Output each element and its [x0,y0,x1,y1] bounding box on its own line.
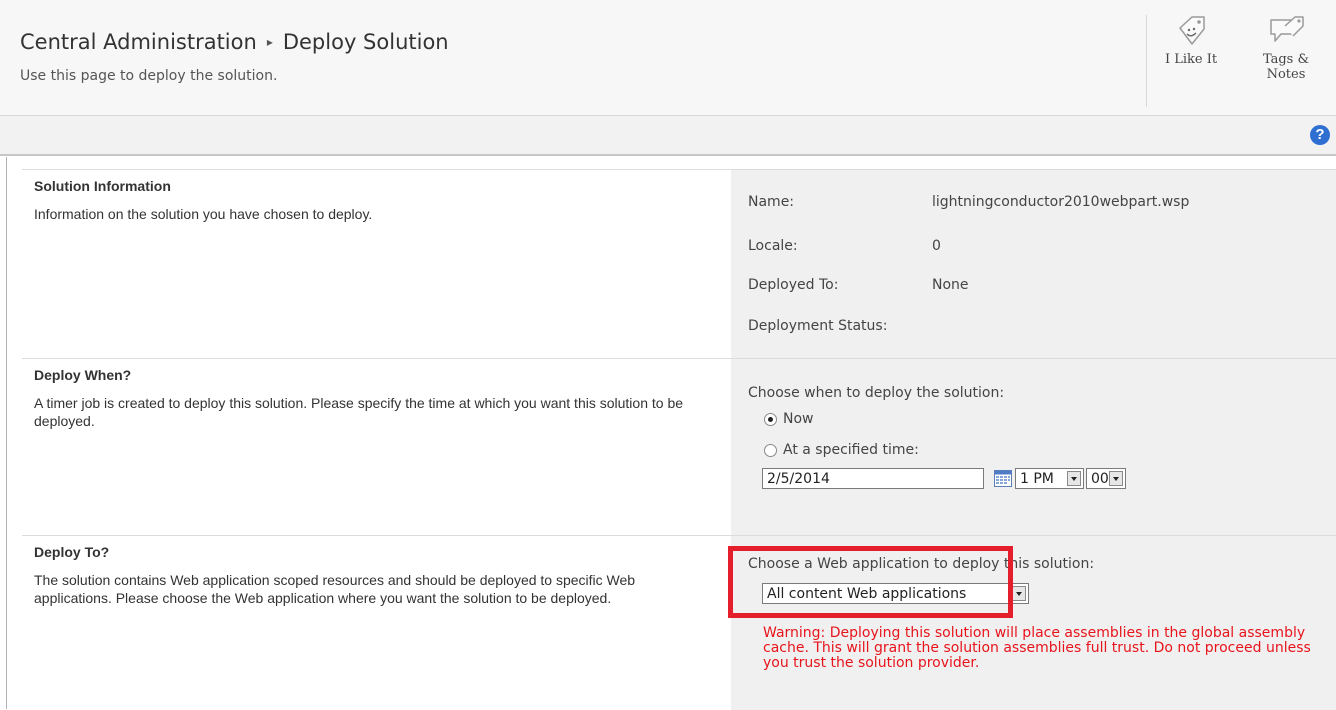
section-title: Solution Information [34,178,171,194]
section-description-area: Solution Information Information on the … [34,178,714,223]
breadcrumb-separator-icon: ▸ [266,35,273,49]
radio-specified-time[interactable]: At a specified time: [764,442,919,458]
name-value: lightningconductor2010webpart.wsp [932,194,1190,210]
tags-notes-icon [1270,16,1304,42]
solution-info-panel: Name: lightningconductor2010webpart.wsp … [731,170,1336,358]
section-description: Information on the solution you have cho… [34,206,373,222]
breadcrumb: Central Administration ▸ Deploy Solution [20,30,449,54]
radio-icon[interactable] [764,412,777,426]
calendar-icon[interactable] [994,470,1012,487]
deploy-to-section: Deploy To? The solution contains Web app… [22,535,1336,710]
i-like-it-label: I Like It [1164,52,1218,67]
section-description-area: Deploy To? The solution contains Web app… [34,544,714,607]
highlight-annotation [728,546,1013,618]
tags-notes-label-line2: Notes [1266,67,1306,82]
section-title: Deploy To? [34,544,110,560]
minute-select[interactable]: 00 [1086,468,1126,489]
hour-select[interactable]: 1 PM [1015,468,1084,489]
deployed-to-label: Deployed To: [748,277,839,293]
deployment-status-label: Deployment Status: [748,318,888,334]
warning-message: Warning: Deploying this solution will pl… [763,625,1311,671]
ribbon-toolbar: ? [0,116,1336,156]
dropdown-arrow-icon[interactable] [1012,586,1026,601]
radio-icon[interactable] [764,443,777,457]
date-input[interactable]: 2/5/2014 [762,468,984,489]
tags-notes-button[interactable]: Tags & Notes [1250,14,1322,82]
section-title: Deploy When? [34,367,132,383]
page-header: Central Administration ▸ Deploy Solution U… [0,0,1336,116]
radio-now[interactable]: Now [764,411,814,427]
section-description-area: Deploy When? A timer job is created to d… [34,367,714,430]
deploy-when-panel: Choose when to deploy the solution: Now … [731,359,1336,535]
deploy-when-prompt: Choose when to deploy the solution: [748,385,1005,401]
deployed-to-value: None [932,277,969,293]
locale-value: 0 [932,238,941,254]
like-tag-icon [1179,16,1205,45]
radio-specified-label: At a specified time: [783,442,919,458]
dropdown-arrow-icon[interactable] [1067,471,1081,486]
deploy-when-section: Deploy When? A timer job is created to d… [22,358,1336,535]
solution-information-section: Solution Information Information on the … [22,169,1336,358]
breadcrumb-root-link[interactable]: Central Administration [20,30,257,54]
hour-select-value: 1 PM [1020,471,1054,487]
page-title: Deploy Solution [282,30,449,54]
left-border [6,157,7,709]
locale-label: Locale: [748,238,798,254]
section-description: The solution contains Web application sc… [34,572,636,606]
help-icon[interactable]: ? [1310,125,1330,145]
header-divider [1146,15,1147,107]
page-subtitle: Use this page to deploy the solution. [20,68,278,84]
section-description: A timer job is created to deploy this so… [34,395,684,429]
tags-notes-label-line1: Tags & [1262,52,1310,67]
minute-select-value: 00 [1091,471,1109,487]
i-like-it-button[interactable]: I Like It [1157,14,1225,67]
radio-now-label: Now [783,411,814,427]
dropdown-arrow-icon[interactable] [1109,471,1123,486]
name-label: Name: [748,194,795,210]
